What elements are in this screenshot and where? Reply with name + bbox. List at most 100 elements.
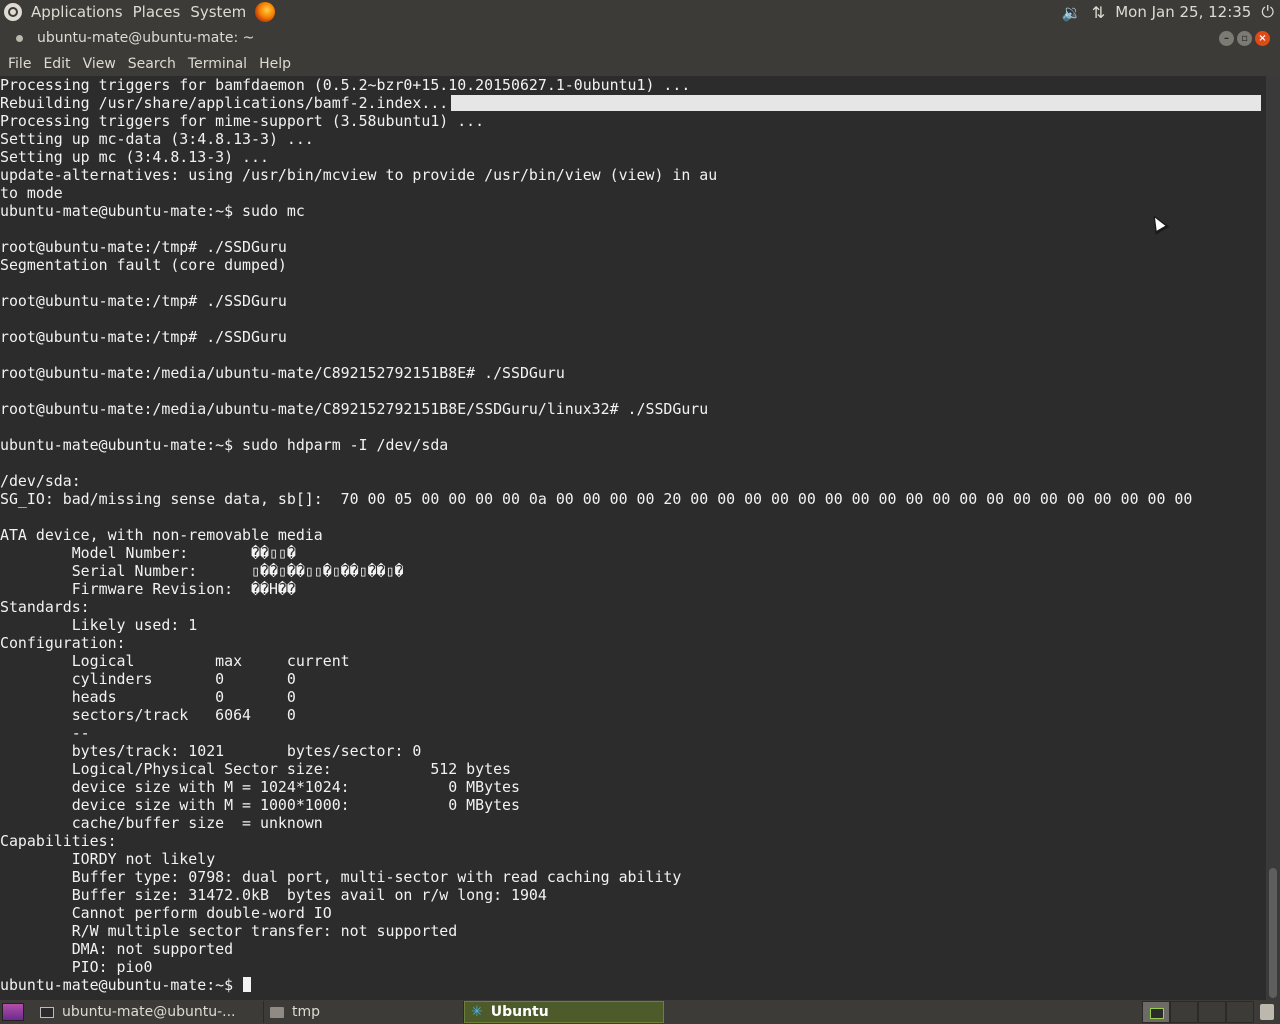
close-button[interactable]: × — [1255, 30, 1270, 46]
window-menu-icon[interactable] — [16, 34, 23, 42]
terminal-line: Processing triggers for mime-support (3.… — [0, 112, 485, 130]
minimize-button[interactable]: – — [1219, 30, 1234, 46]
window-title: ubuntu-mate@ubuntu-mate: ~ — [37, 30, 255, 46]
power-icon[interactable]: ⏻ — [1261, 2, 1274, 22]
terminal-line: root@ubuntu-mate:/tmp# ./SSDGuru — [0, 328, 287, 346]
terminal-line: Cannot perform double-word IO — [0, 904, 332, 922]
menu-help[interactable]: Help — [253, 52, 297, 76]
terminal-line: IORDY not likely — [0, 850, 216, 868]
folder-icon — [270, 1006, 284, 1018]
menu-bar: File Edit View Search Terminal Help — [0, 52, 1280, 76]
terminal-line: ubuntu-mate@ubuntu-mate:~$ sudo mc — [0, 202, 305, 220]
terminal-line: root@ubuntu-mate:/tmp# ./SSDGuru — [0, 292, 287, 310]
star-icon: ✳ — [471, 1004, 483, 1020]
text-selection-highlight — [451, 95, 1261, 111]
terminal-line: Logical max current — [0, 652, 350, 670]
terminal-line: bytes/track: 1021 bytes/sector: 0 — [0, 742, 422, 760]
terminal-line: to mode — [0, 184, 63, 202]
terminal-line: Setting up mc-data (3:4.8.13-3) ... — [0, 130, 314, 148]
taskbar-button[interactable]: tmp — [264, 1001, 464, 1023]
terminal-line: Standards: — [0, 598, 90, 616]
scrollbar-thumb[interactable] — [1269, 868, 1277, 998]
clock[interactable]: Mon Jan 25, 12:35 — [1115, 3, 1251, 21]
workspace-2[interactable] — [1170, 1001, 1198, 1023]
terminal-line: root@ubuntu-mate:/media/ubuntu-mate/C892… — [0, 400, 709, 418]
menu-terminal[interactable]: Terminal — [182, 52, 253, 76]
bottom-panel: ubuntu-mate@ubuntu-... tmp ✳ Ubuntu — [0, 1000, 1280, 1024]
places-menu[interactable]: Places — [128, 0, 186, 24]
terminal-prompt: ubuntu-mate@ubuntu-mate:~$ — [0, 976, 243, 994]
terminal-line: update-alternatives: using /usr/bin/mcvi… — [0, 166, 718, 184]
terminal-line: Model Number: ��▯▯� — [0, 544, 296, 562]
terminal-line: /dev/sda: — [0, 472, 81, 490]
task-list: ubuntu-mate@ubuntu-... tmp ✳ Ubuntu — [34, 1001, 664, 1023]
taskbar-button[interactable]: ubuntu-mate@ubuntu-... — [34, 1001, 264, 1023]
window-controls: – ▫ × — [1219, 30, 1280, 46]
terminal-line: Processing triggers for bamfdaemon (0.5.… — [0, 76, 691, 94]
terminal-line: root@ubuntu-mate:/media/ubuntu-mate/C892… — [0, 364, 565, 382]
terminal-prompt-line[interactable]: ubuntu-mate@ubuntu-mate:~$ — [0, 976, 1266, 994]
system-menu[interactable]: System — [185, 0, 251, 24]
top-menu: Applications Places System — [0, 0, 276, 24]
terminal-line: Buffer size: 31472.0kB bytes avail on r/… — [0, 886, 547, 904]
show-desktop-icon[interactable] — [2, 1003, 24, 1021]
firefox-icon[interactable] — [255, 2, 276, 22]
terminal-line: Serial Number: ▯��▯��▯▯�▯��▯��▯� — [0, 562, 404, 580]
applications-menu[interactable]: Applications — [26, 0, 128, 24]
maximize-button[interactable]: ▫ — [1237, 30, 1252, 46]
terminal-line: SG_IO: bad/missing sense data, sb[]: 70 … — [0, 490, 1193, 508]
text-cursor — [243, 977, 252, 992]
terminal-icon — [40, 1006, 54, 1018]
terminal-line: Segmentation fault (core dumped) — [0, 256, 287, 274]
workspace-3[interactable] — [1198, 1001, 1226, 1023]
window-titlebar[interactable]: ubuntu-mate@ubuntu-mate: ~ – ▫ × — [0, 24, 1280, 52]
terminal-line: ATA device, with non-removable media — [0, 526, 323, 544]
terminal-line: ubuntu-mate@ubuntu-mate:~$ sudo hdparm -… — [0, 436, 449, 454]
terminal-line: Firmware Revision: ��H�� — [0, 580, 296, 598]
terminal-line: DMA: not supported — [0, 940, 234, 958]
terminal-line: cache/buffer size = unknown — [0, 814, 323, 832]
system-tray: 🔉 ⇅ Mon Jan 25, 12:35 ⏻ — [1062, 2, 1280, 22]
terminal-line: Logical/Physical Sector size: 512 bytes — [0, 760, 512, 778]
terminal-line: Buffer type: 0798: dual port, multi-sect… — [0, 868, 682, 886]
terminal-line: cylinders 0 0 — [0, 670, 296, 688]
network-icon[interactable]: ⇅ — [1092, 3, 1105, 22]
terminal-output: Processing triggers for bamfdaemon (0.5.… — [0, 76, 1266, 994]
terminal-line: heads 0 0 — [0, 688, 296, 706]
workspace-4[interactable] — [1226, 1001, 1254, 1023]
terminal-line: Likely used: 1 — [0, 616, 198, 634]
trash-icon[interactable] — [1260, 1004, 1274, 1020]
menu-view[interactable]: View — [77, 52, 122, 76]
volume-icon[interactable]: 🔉 — [1062, 3, 1082, 22]
terminal-line: Setting up mc (3:4.8.13-3) ... — [0, 148, 269, 166]
workspace-1[interactable] — [1142, 1001, 1170, 1023]
menu-edit[interactable]: Edit — [37, 52, 76, 76]
terminal-line: root@ubuntu-mate:/tmp# ./SSDGuru — [0, 238, 287, 256]
terminal-scrollbar[interactable] — [1266, 76, 1280, 1000]
menu-search[interactable]: Search — [122, 52, 182, 76]
taskbar-label: ubuntu-mate@ubuntu-... — [62, 1004, 236, 1020]
menu-file[interactable]: File — [2, 52, 37, 76]
terminal-line: device size with M = 1024*1024: 0 MBytes — [0, 778, 520, 796]
terminal-line: sectors/track 6064 0 — [0, 706, 296, 724]
terminal-area[interactable]: Processing triggers for bamfdaemon (0.5.… — [0, 76, 1266, 1000]
taskbar-button[interactable]: ✳ Ubuntu — [464, 1001, 664, 1023]
taskbar-label: Ubuntu — [490, 1004, 549, 1020]
terminal-line: Capabilities: — [0, 832, 117, 850]
workspace-switcher[interactable] — [1142, 1001, 1254, 1023]
taskbar-label: tmp — [292, 1004, 321, 1020]
terminal-line: PIO: pio0 — [0, 958, 153, 976]
terminal-line: device size with M = 1000*1000: 0 MBytes — [0, 796, 520, 814]
ubuntu-logo-icon[interactable] — [4, 3, 22, 21]
terminal-line: Configuration: — [0, 634, 126, 652]
terminal-line: R/W multiple sector transfer: not suppor… — [0, 922, 458, 940]
terminal-line: -- — [0, 724, 90, 742]
